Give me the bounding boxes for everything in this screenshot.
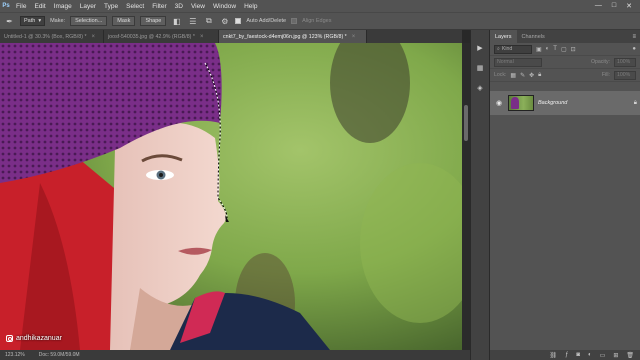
lock-all-icon[interactable]: 🔒︎ <box>538 72 541 79</box>
align-edges-label: Align Edges <box>302 18 332 24</box>
group-folder-icon[interactable]: ▭ <box>600 352 606 359</box>
instagram-icon <box>6 335 13 342</box>
opacity-label: Opacity: <box>590 59 610 65</box>
lock-position-icon[interactable]: ✥ <box>529 72 534 79</box>
options-bar: ✒ Path ▾ Make: Selection... Mask Shape ◧ … <box>0 12 640 30</box>
window-controls: — □ ✕ <box>595 2 640 10</box>
layer-row-background[interactable]: ◉ Background 🔒︎ <box>490 91 640 115</box>
grid-icon[interactable]: ▦ <box>474 62 486 74</box>
play-icon[interactable]: ▶ <box>474 42 486 54</box>
canvas-scrollbar[interactable] <box>462 43 470 350</box>
mode-value: Path <box>24 18 36 24</box>
make-label: Make: <box>50 18 66 24</box>
document-canvas[interactable] <box>0 43 462 350</box>
watermark: andhikazanuar <box>6 335 62 342</box>
tab-cnkt7-active[interactable]: cnkt7_by_faestock-d4emj06n.jpg @ 123% (R… <box>219 30 367 43</box>
menu-image[interactable]: Image <box>50 3 76 10</box>
menu-edit[interactable]: Edit <box>30 3 49 10</box>
menu-type[interactable]: Type <box>100 3 122 10</box>
layer-filter-dropdown[interactable]: ⌕ Kind <box>494 44 532 54</box>
shape-filter-icon[interactable]: ▢ <box>561 46 567 53</box>
layers-panel: Layers Channels ≡ ⌕ Kind ▣ ◐ T ▢ ⊡ ● Norm… <box>490 30 640 360</box>
photo-image <box>0 43 462 350</box>
close-icon[interactable]: × <box>352 34 356 40</box>
link-layers-icon[interactable]: ⛓ <box>549 352 557 359</box>
layer-filter-value: Kind <box>501 46 513 52</box>
fx-icon[interactable]: ƒ <box>565 352 568 358</box>
menu-filter[interactable]: Filter <box>148 3 170 10</box>
trash-icon[interactable]: 🗑︎ <box>626 352 634 359</box>
path-operations-icon[interactable]: ◧ <box>171 16 182 27</box>
close-icon[interactable]: × <box>200 34 204 40</box>
fill-field[interactable]: 100% <box>614 70 636 80</box>
path-alignment-icon[interactable]: ☰ <box>187 16 198 27</box>
tab-label: joosf-540035.jpg @ 42.9% (RGB/8) * <box>108 33 195 40</box>
pen-tool-icon[interactable]: ✒ <box>4 16 15 27</box>
menu-layer[interactable]: Layer <box>76 3 100 10</box>
tab-untitled-1[interactable]: Untitled-1 @ 30.3% (Box, RGB/8) * × <box>0 30 104 43</box>
mode-dropdown[interactable]: Path ▾ <box>20 16 46 26</box>
gear-icon[interactable]: ⚙ <box>219 16 230 27</box>
close-icon[interactable]: × <box>92 34 96 40</box>
new-layer-icon[interactable]: ⊞ <box>613 352 618 359</box>
align-edges-checkbox[interactable] <box>291 18 298 24</box>
menu-help[interactable]: Help <box>240 3 261 10</box>
chevron-down-icon: ▾ <box>38 18 42 24</box>
auto-add-delete-label: Auto Add/Delete <box>246 18 287 24</box>
scrollbar-thumb[interactable] <box>464 105 468 141</box>
lock-transparent-icon[interactable]: ▦ <box>510 72 516 79</box>
blend-row: Normal Opacity: 100% <box>490 56 640 69</box>
close-icon[interactable]: ✕ <box>626 2 632 10</box>
fill-label: Fill: <box>601 72 610 78</box>
menu-window[interactable]: Window <box>209 3 240 10</box>
collapsed-panel-dock: ▶ ▦ ◈ <box>470 30 490 360</box>
zoom-level[interactable]: 123.12% <box>5 352 25 358</box>
adjustment-layer-icon[interactable]: ◐ <box>588 352 592 358</box>
menu-bar: Ps File Edit Image Layer Type Select Fil… <box>0 0 640 12</box>
shape-button[interactable]: Shape <box>140 16 167 26</box>
lock-pixels-icon[interactable]: ✎ <box>520 72 525 79</box>
filter-toggle-icon[interactable]: ● <box>632 46 636 52</box>
minimize-icon[interactable]: — <box>595 2 602 10</box>
layers-panel-icon[interactable]: ◈ <box>474 82 486 94</box>
doc-size: Doc: 59.0M/59.0M <box>38 352 80 358</box>
document-tabs: Untitled-1 @ 30.3% (Box, RGB/8) * × joosf… <box>0 30 462 43</box>
selection-button[interactable]: Selection... <box>70 16 108 26</box>
mask-button[interactable]: Mask <box>112 16 136 26</box>
watermark-handle: andhikazanuar <box>16 335 62 342</box>
adjustment-filter-icon[interactable]: ◐ <box>546 46 550 52</box>
search-icon: ⌕ <box>497 45 500 52</box>
lock-row: Lock: ▦ ✎ ✥ 🔒︎ Fill: 100% <box>490 69 640 82</box>
type-filter-icon[interactable]: T <box>553 46 557 52</box>
lock-label: Lock: <box>494 72 507 78</box>
opacity-field[interactable]: 100% <box>614 57 636 67</box>
lock-icon[interactable]: 🔒︎ <box>634 100 637 107</box>
panel-menu-icon[interactable]: ≡ <box>632 30 640 43</box>
smart-object-filter-icon[interactable]: ⊡ <box>571 46 576 53</box>
tab-layers[interactable]: Layers <box>490 30 517 43</box>
blend-mode-dropdown[interactable]: Normal <box>494 57 542 67</box>
menu-file[interactable]: File <box>12 3 30 10</box>
tab-label: Untitled-1 @ 30.3% (Box, RGB/8) * <box>4 33 87 40</box>
add-mask-icon[interactable]: ◙ <box>576 352 580 358</box>
layer-thumbnail <box>508 95 534 111</box>
layer-name[interactable]: Background <box>538 100 567 106</box>
path-arrangement-icon[interactable]: ⧉ <box>203 16 214 27</box>
status-bar: 123.12% Doc: 59.0M/59.0M <box>0 350 470 360</box>
pixel-filter-icon[interactable]: ▣ <box>536 46 542 53</box>
layers-panel-footer: ⛓ ƒ ◙ ◐ ▭ ⊞ 🗑︎ <box>490 350 640 360</box>
tab-joosf[interactable]: joosf-540035.jpg @ 42.9% (RGB/8) * × <box>104 30 219 43</box>
auto-add-delete-checkbox[interactable] <box>235 18 242 24</box>
photoshop-logo-icon: Ps <box>2 3 10 9</box>
menu-view[interactable]: View <box>187 3 209 10</box>
eye-icon[interactable]: ◉ <box>494 99 504 107</box>
menu-3d[interactable]: 3D <box>171 3 187 10</box>
panel-tabs: Layers Channels ≡ <box>490 30 640 43</box>
maximize-icon[interactable]: □ <box>612 2 616 10</box>
tab-label: cnkt7_by_faestock-d4emj06n.jpg @ 123% (R… <box>223 33 347 40</box>
tab-channels[interactable]: Channels <box>517 30 550 43</box>
filter-row: ⌕ Kind ▣ ◐ T ▢ ⊡ ● <box>490 43 640 56</box>
menu-select[interactable]: Select <box>122 3 148 10</box>
